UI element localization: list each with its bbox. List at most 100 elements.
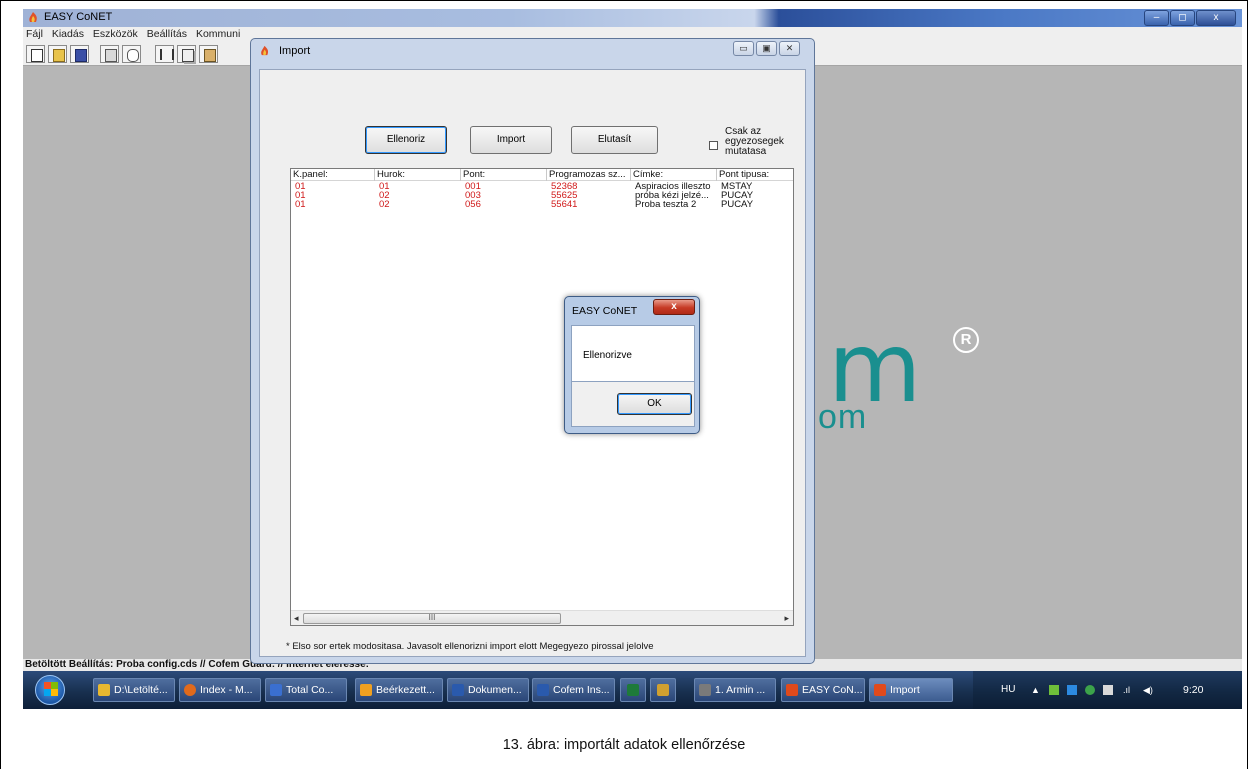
table-row[interactable]: 01 02 056 55641 Proba teszta 2 PUCAY [291,200,793,209]
cell-panel: 01 [295,182,306,191]
firefox-icon [184,684,196,696]
cell-programming: 52368 [551,182,578,191]
windows-tray-icon[interactable] [1067,685,1077,695]
network-app-icon[interactable] [1049,685,1059,695]
taskbar-item-label: Import [890,684,920,696]
taskbar-item-easy-conet[interactable]: EASY CoN... [781,678,865,702]
floppy-icon [270,684,282,696]
column-header-programming[interactable]: Programozas sz... [547,169,631,181]
message-text: Ellenorizve [583,350,632,361]
save-icon[interactable] [70,45,89,63]
maximize-button[interactable]: ◻ [1170,10,1195,26]
table-row[interactable]: 01 02 003 55625 próba kézi jelzé... PUCA… [291,191,793,200]
cell-programming: 55625 [551,191,578,200]
import-dialog-title: Import [279,45,311,57]
figure-caption: 13. ábra: importált adatok ellenőrzése [502,737,746,753]
cell-panel: 01 [295,191,306,200]
cell-type: PUCAY [721,200,754,209]
word-icon [537,684,549,696]
open-folder-icon[interactable] [48,45,67,63]
update-icon[interactable] [1085,685,1095,695]
new-file-icon[interactable] [26,45,45,63]
cell-programming: 55641 [551,200,578,209]
print-preview-icon[interactable] [122,45,141,63]
column-header-loop[interactable]: Hurok: [375,169,461,181]
cell-type: PUCAY [721,191,754,200]
column-header-type[interactable]: Pont tipusa: [717,169,795,181]
brand-logo-domain: om [818,398,868,436]
taskbar-item-label: Cofem Ins... [553,684,610,696]
import-minimize-button[interactable]: ▭ [733,41,754,56]
import-dialog: Import ▭ ▣ ✕ Ellenoriz Import Elutasít C… [250,38,815,664]
app-flame-icon [874,684,886,696]
message-footer: OK [571,382,695,427]
matches-only-label: Csak az egyezosegek mutatasa [725,126,784,157]
message-close-button[interactable]: x [653,299,695,315]
scroll-left-icon[interactable]: ◂ [294,613,299,624]
table-row[interactable]: 01 01 001 52368 Aspiracios illeszto MSTA… [291,182,793,191]
show-hidden-icons-icon[interactable]: ▲ [1031,685,1041,695]
app-flame-icon [261,45,269,56]
column-header-point[interactable]: Pont: [461,169,547,181]
matches-only-checkbox[interactable] [709,141,718,150]
signal-icon[interactable]: .ıl [1123,685,1133,695]
paste-icon[interactable] [199,45,218,63]
cut-icon[interactable] [155,45,174,63]
scroll-thumb[interactable]: III [303,613,561,624]
menu-tools[interactable]: Eszközök [90,27,141,41]
cell-panel: 01 [295,200,306,209]
clock[interactable]: 9:20 [1183,684,1203,696]
horizontal-scrollbar[interactable]: ◂ III ▸ [291,610,793,625]
copy-icon[interactable] [177,45,196,63]
column-header-label[interactable]: Címke: [631,169,717,181]
message-box-title: EASY CoNET [572,305,638,317]
main-titlebar: EASY CoNET – ◻ x [23,9,1242,27]
page: EASY CoNET – ◻ x Fájl Kiadás Eszközök Be… [0,0,1248,769]
taskbar-item-explorer[interactable]: D:\Letölté... [93,678,175,702]
taskbar-item-outlook[interactable]: Beérkezett... [355,678,443,702]
language-indicator[interactable]: HU [1001,684,1015,695]
taskbar-item-word-2[interactable]: Cofem Ins... [532,678,615,702]
import-maximize-button[interactable]: ▣ [756,41,777,56]
screenshot: EASY CoNET – ◻ x Fájl Kiadás Eszközök Be… [23,9,1242,709]
app-icon [657,684,669,696]
app-flame-icon [29,12,37,22]
minimize-button[interactable]: – [1144,10,1169,26]
column-header-panel[interactable]: K.panel: [291,169,375,181]
taskbar-item-excel[interactable] [620,678,646,702]
cell-loop: 02 [379,200,390,209]
menu-settings[interactable]: Beállítás [144,27,190,41]
import-titlebar: Import ▭ ▣ ✕ [251,39,814,63]
import-close-button[interactable]: ✕ [779,41,800,56]
reject-button[interactable]: Elutasít [571,126,658,154]
word-icon [452,684,464,696]
menu-file[interactable]: Fájl [23,27,46,41]
import-button[interactable]: Import [470,126,552,154]
close-button[interactable]: x [1196,10,1236,26]
taskbar-item-word-1[interactable]: Dokumen... [447,678,529,702]
cell-point: 003 [465,191,481,200]
cell-loop: 02 [379,191,390,200]
volume-icon[interactable]: ◀) [1143,685,1153,695]
taskbar-item-label: Beérkezett... [376,684,435,696]
taskbar-item-import[interactable]: Import [869,678,953,702]
menu-edit[interactable]: Kiadás [49,27,87,41]
taskbar-item-browser[interactable]: Index - M... [179,678,261,702]
taskbar-item-armin[interactable]: 1. Armin ... [694,678,776,702]
taskbar: D:\Letölté... Index - M... Total Co... B… [23,671,1242,709]
check-button[interactable]: Ellenoriz [365,126,447,154]
start-button[interactable] [35,675,65,705]
scroll-right-icon[interactable]: ▸ [784,613,789,624]
taskbar-item-total-commander[interactable]: Total Co... [265,678,347,702]
import-list[interactable]: K.panel: Hurok: Pont: Programozas sz... … [290,168,794,626]
menu-communication[interactable]: Kommuni [193,27,243,41]
message-box: EASY CoNET x Ellenorizve OK [564,296,700,434]
taskbar-item-label: Index - M... [200,684,253,696]
print-icon[interactable] [100,45,119,63]
taskbar-item-app[interactable] [650,678,676,702]
ok-button[interactable]: OK [617,393,692,415]
cell-type: MSTAY [721,182,753,191]
device-icon[interactable] [1103,685,1113,695]
excel-icon [627,684,639,696]
registered-mark-icon: R [953,327,979,353]
